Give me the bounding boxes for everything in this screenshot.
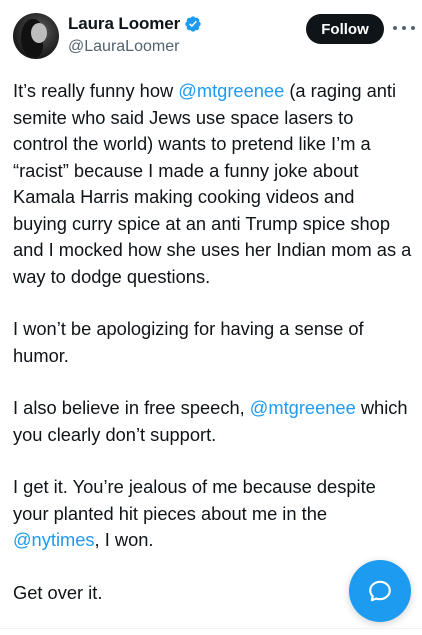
- tweet-paragraph-1: It’s really funny how @mtgreenee (a ragi…: [13, 78, 413, 290]
- mention-link[interactable]: @mtgreenee: [250, 397, 356, 418]
- avatar[interactable]: [13, 13, 59, 59]
- dot: [393, 26, 397, 30]
- text-run: (a raging anti semite who said Jews use …: [13, 80, 412, 287]
- text-run: I also believe in free speech,: [13, 397, 250, 418]
- name-row: Laura Loomer: [68, 14, 202, 34]
- text-run: I get it. You’re jealous of me because d…: [13, 476, 376, 524]
- follow-button[interactable]: Follow: [306, 14, 384, 44]
- verified-badge-icon: [185, 16, 201, 32]
- more-horizontal-icon[interactable]: [393, 18, 415, 38]
- avatar-face: [31, 23, 47, 43]
- tweet-text: It’s really funny how @mtgreenee (a ragi…: [13, 78, 413, 632]
- user-handle[interactable]: @LauraLoomer: [68, 38, 179, 56]
- compose-reply-icon: [369, 580, 391, 602]
- dot: [411, 26, 415, 30]
- mention-link[interactable]: @mtgreenee: [178, 80, 284, 101]
- display-name[interactable]: Laura Loomer: [68, 14, 180, 34]
- compose-reply-button[interactable]: [349, 560, 411, 622]
- tweet-header: Laura Loomer @LauraLoomer Follow: [0, 0, 422, 70]
- tweet-paragraph-2: I won’t be apologizing for having a sens…: [13, 318, 364, 366]
- dot: [402, 26, 406, 30]
- divider: [0, 628, 422, 635]
- mention-link[interactable]: @nytimes: [13, 529, 95, 550]
- tweet-paragraph-3: I also believe in free speech, @mtgreene…: [13, 395, 413, 448]
- text-run: , I won.: [94, 529, 154, 550]
- tweet-paragraph-4: I get it. You’re jealous of me because d…: [13, 474, 413, 554]
- text-run: It’s really funny how: [13, 80, 179, 101]
